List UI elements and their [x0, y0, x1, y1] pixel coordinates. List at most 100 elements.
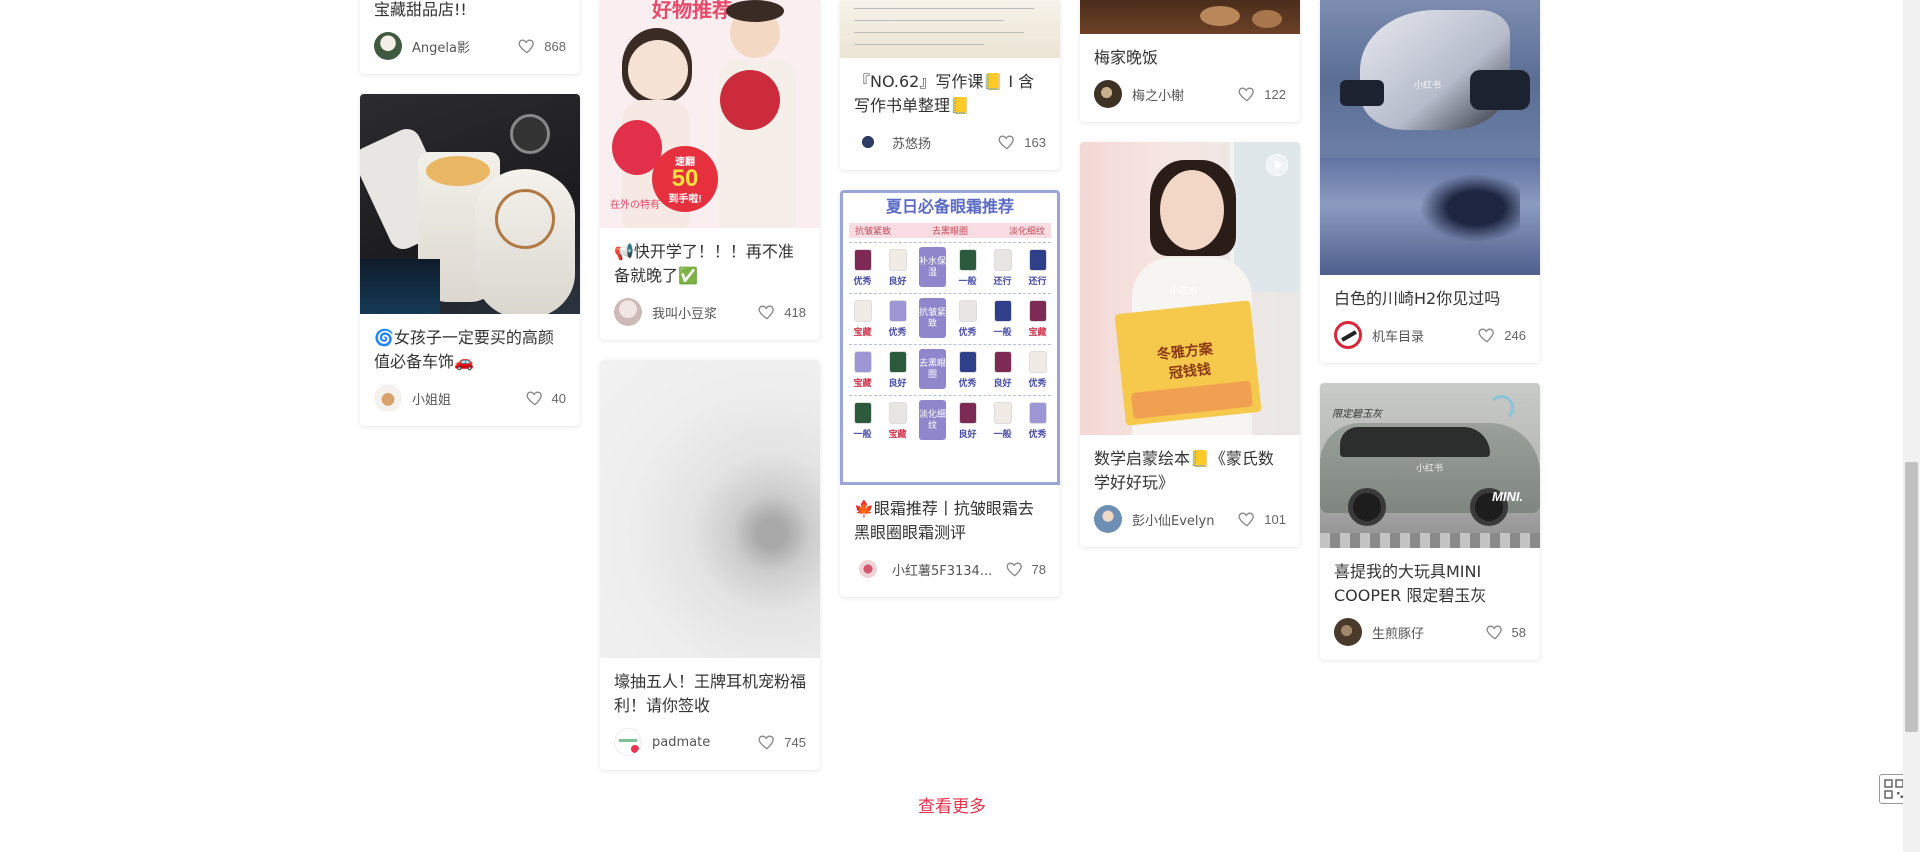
note-title[interactable]: 喜提我的大玩具MINI COOPER 限定碧玉灰 [1320, 548, 1540, 608]
heart-icon [1486, 625, 1502, 640]
cover-text: 冠钱钱 [1168, 360, 1212, 382]
like-button[interactable]: 40 [525, 388, 566, 408]
rating-cell: 一般 [989, 298, 1016, 338]
product-jar: 去黑眼圈 [919, 349, 946, 389]
like-count: 58 [1511, 624, 1526, 640]
author-name[interactable]: 彭小仙Evelyn [1132, 510, 1229, 529]
note-cover-image[interactable]: 好物推荐 速翻 50 到手啦! 在外の特有 [600, 0, 820, 228]
rating-category: 抗皱紧致 [919, 307, 947, 328]
note-card[interactable]: 限定碧玉灰 MINI. 小红书 喜提我的大玩具MINI COOPER 限定碧玉灰… [1320, 383, 1540, 660]
note-title[interactable]: 📢快开学了！！！再不准备就晚了✅ [600, 228, 820, 288]
scrollbar[interactable] [1903, 0, 1920, 852]
column-5: 小红书 白色的川崎H2你见过吗 机车目录 246 限定碧玉灰 MINI. 小红书 [1320, 0, 1540, 680]
product-jar: 抗皱紧致 [919, 298, 946, 338]
note-cover-image[interactable] [600, 360, 820, 658]
rating-label: 优秀 [1028, 378, 1047, 388]
cover-text: 淡化细纹 [1008, 226, 1045, 236]
product-jar [958, 351, 977, 373]
rating-cell: 补水保湿 [919, 247, 946, 287]
rating-label: 优秀 [853, 276, 872, 286]
like-count: 745 [784, 734, 806, 750]
note-title[interactable]: 梅家晚饭 [1080, 34, 1300, 70]
note-card[interactable]: 夏日必备眼霜推荐 抗皱紧致 去黑眼圈 淡化细纹 优秀 良好 补水保湿 一般 还行 还行 宝藏… [840, 190, 1060, 597]
author-name[interactable]: 机车目录 [1372, 326, 1469, 345]
note-card[interactable]: 壕抽五人！王牌耳机宠粉福利！请你签收 padmate 745 [600, 360, 820, 770]
avatar[interactable] [374, 32, 402, 60]
note-card[interactable]: 梅家晚饭 梅之小榭 122 [1080, 0, 1300, 122]
product-jar [853, 300, 872, 322]
author-name[interactable]: padmate [652, 735, 749, 750]
note-card[interactable]: 🌀女孩子一定要买的高颜值必备车饰🚗 小姐姐 40 [360, 94, 580, 426]
author-name[interactable]: 我叫小豆浆 [652, 303, 749, 322]
rating-cell: 还行 [1024, 247, 1051, 287]
rating-cell: 良好 [954, 400, 981, 440]
like-button[interactable]: 122 [1237, 84, 1286, 104]
rating-label: 一般 [993, 429, 1012, 439]
author-name[interactable]: Angela影 [412, 37, 509, 56]
avatar[interactable] [614, 728, 642, 756]
heart-icon [526, 391, 542, 406]
like-button[interactable]: 78 [1005, 559, 1046, 579]
note-card[interactable]: 小红书 白色的川崎H2你见过吗 机车目录 246 [1320, 0, 1540, 363]
watermark: 小红书 [1414, 80, 1442, 90]
avatar[interactable] [374, 384, 402, 412]
like-button[interactable]: 58 [1485, 622, 1526, 642]
rating-cell: 优秀 [849, 247, 876, 287]
note-title[interactable]: 『NO.62』写作课📒 I 含写作书单整理📒 [840, 58, 1060, 118]
note-title[interactable]: 🍁眼霜推荐丨抗皱眼霜去黑眼圈眼霜测评 [840, 485, 1060, 545]
note-title[interactable]: 白色的川崎H2你见过吗 [1320, 275, 1540, 311]
note-card[interactable]: 宝藏甜品店!! Angela影 868 [360, 0, 580, 74]
avatar[interactable] [854, 128, 882, 156]
note-cover-image[interactable]: 小红书 [1320, 0, 1540, 275]
author-name[interactable]: 小姐姐 [412, 389, 517, 408]
author-name[interactable]: 生煎豚仔 [1372, 623, 1477, 642]
like-button[interactable]: 868 [517, 36, 566, 56]
author-name[interactable]: 苏悠扬 [892, 133, 989, 152]
note-cover-image[interactable] [1080, 0, 1300, 34]
like-button[interactable]: 101 [1237, 509, 1286, 529]
note-title[interactable]: 🌀女孩子一定要买的高颜值必备车饰🚗 [360, 314, 580, 374]
avatar[interactable] [1094, 505, 1122, 533]
author-name[interactable]: 小红薯5F3134... [892, 560, 997, 579]
avatar[interactable] [1334, 618, 1362, 646]
product-jar [888, 249, 907, 271]
product-jar [888, 351, 907, 373]
product-jar [993, 402, 1012, 424]
like-count: 40 [551, 390, 566, 406]
load-more-link[interactable]: 查看更多 [918, 792, 986, 817]
note-cover-image[interactable]: 限定碧玉灰 MINI. 小红书 [1320, 383, 1540, 548]
note-cover-image[interactable] [840, 0, 1060, 58]
rating-cell: 一般 [989, 400, 1016, 440]
rating-label: 优秀 [958, 327, 977, 337]
author-name[interactable]: 梅之小榭 [1132, 85, 1229, 104]
like-button[interactable]: 418 [757, 302, 806, 322]
like-button[interactable]: 246 [1477, 325, 1526, 345]
like-button[interactable]: 163 [997, 132, 1046, 152]
note-cover-image[interactable] [360, 94, 580, 314]
heart-icon [758, 735, 775, 750]
avatar[interactable] [854, 555, 882, 583]
scrollbar-thumb[interactable] [1905, 462, 1918, 732]
avatar[interactable] [1334, 321, 1362, 349]
note-card[interactable]: 好物推荐 速翻 50 到手啦! 在外の特有 📢快开学了！！！再不准备就晚了✅ 我… [600, 0, 820, 340]
note-title[interactable]: 数学启蒙绘本📒《蒙氏数学好好玩》 [1080, 435, 1300, 495]
rating-cell: 抗皱紧致 [919, 298, 946, 338]
rating-cell: 淡化细纹 [919, 400, 946, 440]
rating-label: 还行 [993, 276, 1012, 286]
product-jar: 淡化细纹 [919, 400, 946, 440]
heart-icon [1238, 87, 1255, 102]
like-button[interactable]: 745 [757, 732, 806, 752]
avatar[interactable] [614, 298, 642, 326]
note-title[interactable]: 壕抽五人！王牌耳机宠粉福利！请你签收 [600, 658, 820, 718]
avatar[interactable] [1094, 80, 1122, 108]
note-cover-image[interactable]: 夏日必备眼霜推荐 抗皱紧致 去黑眼圈 淡化细纹 优秀 良好 补水保湿 一般 还行 还行 宝藏… [840, 190, 1060, 485]
product-jar [853, 402, 872, 424]
note-cover-image[interactable]: 冬雅方案 冠钱钱 小红书 [1080, 142, 1300, 435]
rating-cell: 宝藏 [849, 298, 876, 338]
heart-icon [1478, 328, 1495, 343]
note-card[interactable]: 冬雅方案 冠钱钱 小红书 数学启蒙绘本📒《蒙氏数学好好玩》 彭小仙Evelyn … [1080, 142, 1300, 547]
note-title[interactable]: 宝藏甜品店!! [360, 0, 580, 22]
rating-label: 一般 [958, 276, 977, 286]
note-card[interactable]: 『NO.62』写作课📒 I 含写作书单整理📒 苏悠扬 163 [840, 0, 1060, 170]
rating-grid: 优秀 良好 补水保湿 一般 还行 还行 宝藏 优秀 抗皱紧致 优秀 一般 宝藏 宝藏 良好 去黑眼圈 优秀 良好… [849, 242, 1051, 440]
